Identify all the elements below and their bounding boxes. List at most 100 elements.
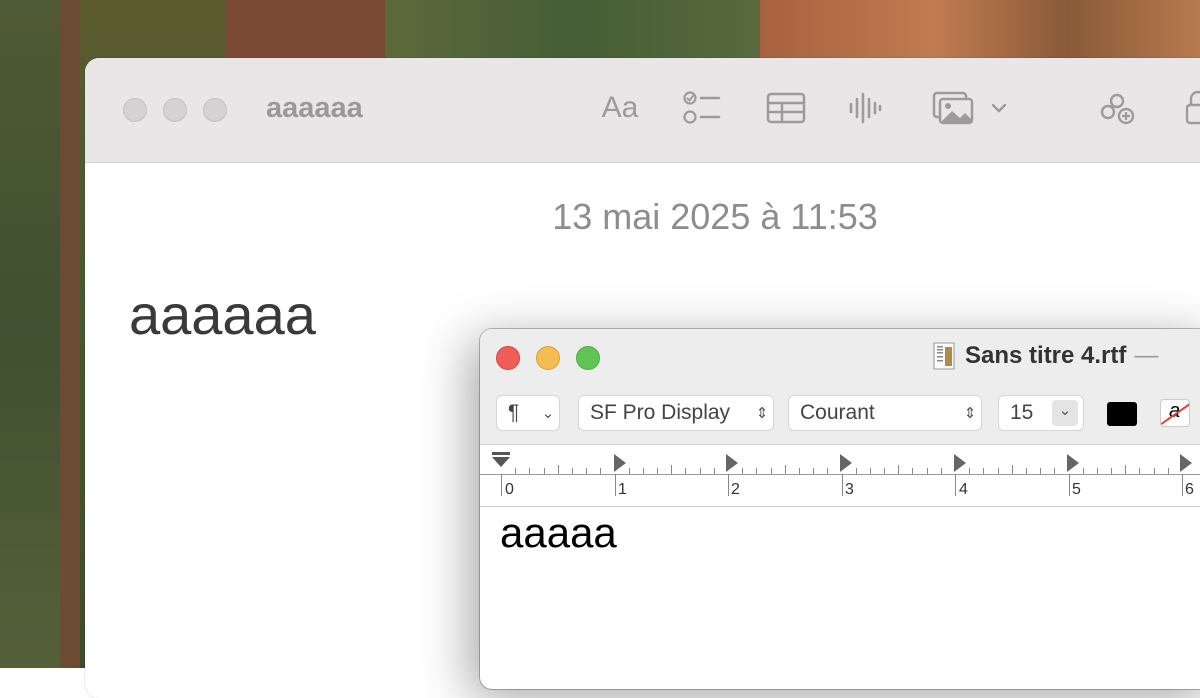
- document-name: Sans titre 4.rtf: [965, 342, 1127, 369]
- font-style-label: Courant: [800, 401, 875, 424]
- ruler-tick: [685, 468, 687, 474]
- up-down-chevron-icon: ⇕: [963, 405, 977, 422]
- tab-stop[interactable]: [726, 454, 738, 472]
- close-button[interactable]: [496, 346, 520, 370]
- ruler-tick: [642, 468, 644, 474]
- lock-button[interactable]: [1183, 86, 1200, 130]
- ruler-tick: [501, 474, 502, 496]
- ruler-tick: [926, 468, 928, 474]
- ruler[interactable]: 0 1 2 3 4 5 6: [480, 444, 1200, 507]
- title-suffix: —: [1134, 342, 1159, 369]
- ruler-tick: [1011, 465, 1013, 474]
- ruler-label: 6: [1185, 481, 1194, 498]
- ruler-tick: [969, 468, 971, 474]
- ruler-tick: [827, 468, 829, 474]
- text-color-swatch[interactable]: [1107, 402, 1137, 426]
- zoom-button[interactable]: [203, 98, 227, 122]
- ruler-tick: [713, 468, 715, 474]
- ruler-tick: [1082, 468, 1084, 474]
- ruler-tick: [1153, 468, 1155, 474]
- format-label: Aa: [601, 91, 639, 124]
- ruler-tick: [742, 468, 744, 474]
- checklist-button[interactable]: [680, 86, 724, 130]
- ruler-tick: [884, 468, 886, 474]
- ruler-baseline: [480, 474, 1200, 475]
- notes-toolbar: aaaaaa Aa: [85, 58, 1200, 163]
- ruler-tick: [600, 468, 602, 474]
- ruler-tick: [1167, 468, 1169, 474]
- note-body[interactable]: aaaaaa: [129, 282, 316, 347]
- ruler-tick: [1139, 468, 1141, 474]
- ruler-tick: [628, 468, 630, 474]
- ruler-tick: [813, 468, 815, 474]
- ruler-label: 5: [1072, 481, 1081, 498]
- ruler-tick: [869, 468, 871, 474]
- tree-trunk-top: [225, 0, 385, 60]
- ruler-tick: [557, 465, 559, 474]
- ruler-label: 1: [618, 481, 627, 498]
- rtf-document-icon: [933, 342, 955, 370]
- chevron-down-icon[interactable]: ⌄: [1052, 400, 1078, 426]
- tab-stop[interactable]: [954, 454, 966, 472]
- minimize-button[interactable]: [163, 98, 187, 122]
- ruler-tick: [784, 465, 786, 474]
- media-icon: [932, 91, 974, 125]
- ruler-tick: [543, 468, 545, 474]
- ruler-tick: [657, 468, 659, 474]
- ruler-label: 2: [731, 481, 740, 498]
- ruler-tick: [770, 468, 772, 474]
- minimize-button[interactable]: [536, 346, 560, 370]
- tab-stop[interactable]: [840, 454, 852, 472]
- font-style-popup[interactable]: Courant ⇕: [788, 395, 982, 431]
- ruler-tick: [529, 468, 531, 474]
- media-button[interactable]: [930, 86, 1010, 130]
- textedit-titlebar: Sans titre 4.rtf — ¶ ⌄ SF Pro Display ⇕ …: [480, 329, 1200, 444]
- ruler-tick: [983, 468, 985, 474]
- lock-icon: [1185, 90, 1200, 125]
- document-body[interactable]: aaaaa: [500, 509, 617, 557]
- font-size-value[interactable]: 15: [999, 401, 1052, 425]
- chevron-down-icon: [991, 103, 1007, 113]
- ruler-tick: [586, 468, 588, 474]
- ruler-label: 4: [959, 481, 968, 498]
- checklist-icon: [683, 91, 721, 124]
- first-line-indent-marker: [492, 452, 510, 467]
- foliage: [0, 0, 60, 668]
- ruler-tick: [1125, 465, 1127, 474]
- chevron-down-icon: ⌄: [541, 405, 555, 422]
- paragraph-style-popup[interactable]: ¶ ⌄: [496, 395, 560, 431]
- paragraph-symbol: ¶: [508, 401, 520, 424]
- font-size-combo[interactable]: 15 ⌄: [998, 395, 1084, 431]
- zoom-button[interactable]: [576, 346, 600, 370]
- ruler-tick: [728, 474, 729, 496]
- ruler-tick: [1182, 474, 1183, 496]
- ruler-tick: [898, 465, 900, 474]
- collaborate-button[interactable]: [1095, 86, 1139, 130]
- ruler-tick: [571, 468, 573, 474]
- table-button[interactable]: [765, 86, 807, 130]
- tab-stop[interactable]: [1180, 454, 1192, 472]
- ruler-tick: [997, 468, 999, 474]
- tree-trunk-left: [58, 0, 80, 668]
- highlight-color-swatch[interactable]: a: [1160, 399, 1190, 427]
- collaborate-icon: [1100, 93, 1135, 125]
- close-button[interactable]: [123, 98, 147, 122]
- notes-window-title: aaaaaa: [266, 92, 363, 124]
- audio-waveform-icon: [849, 92, 882, 124]
- ruler-tick: [671, 465, 673, 474]
- tab-stop[interactable]: [1067, 454, 1079, 472]
- ruler-tick: [1096, 468, 1098, 474]
- ruler-tick: [955, 474, 956, 496]
- font-family-label: SF Pro Display: [590, 401, 731, 424]
- audio-button[interactable]: [847, 86, 883, 130]
- font-family-popup[interactable]: SF Pro Display ⇕: [578, 395, 774, 431]
- ruler-tick: [1111, 468, 1113, 474]
- ruler-tick: [940, 468, 942, 474]
- up-down-chevron-icon: ⇕: [755, 405, 769, 422]
- table-icon: [766, 92, 806, 124]
- tab-stop[interactable]: [614, 454, 626, 472]
- ruler-tick: [1025, 468, 1027, 474]
- ruler-tick: [1054, 468, 1056, 474]
- format-button[interactable]: Aa: [597, 86, 643, 130]
- ruler-tick: [912, 468, 914, 474]
